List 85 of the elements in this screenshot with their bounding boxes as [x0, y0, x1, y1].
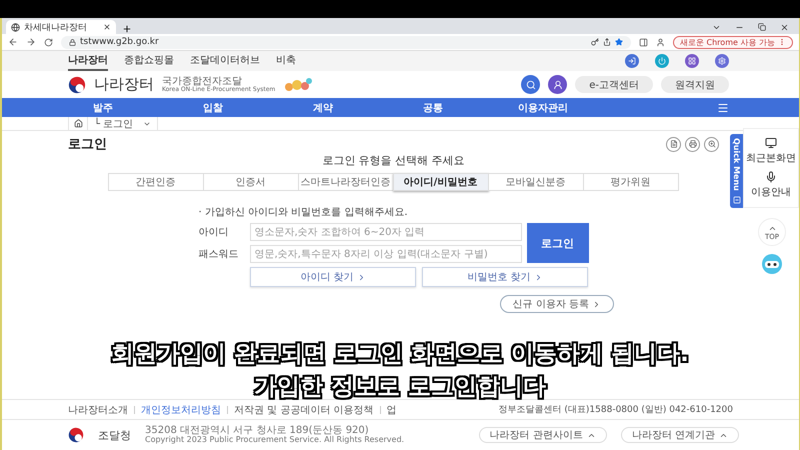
find-button[interactable]: 아이디 찾기	[250, 267, 416, 287]
chevron-right-icon	[592, 300, 601, 308]
search-icon[interactable]	[521, 75, 540, 94]
login-icon[interactable]	[625, 54, 639, 68]
home-icon	[74, 119, 82, 128]
share-icon	[602, 38, 611, 46]
lock-icon	[69, 38, 76, 46]
user-icon[interactable]	[548, 75, 568, 94]
browser-tab[interactable]: 차세대나라장터	[6, 20, 116, 34]
field-label: 패스워드	[198, 248, 240, 261]
field-label: 아이디	[198, 226, 230, 239]
breadcrumb-select[interactable]: └ 로그인	[88, 116, 158, 130]
register-button[interactable]: 신규 이용자 등록	[500, 295, 614, 313]
input-field[interactable]: 영소문자,숫자 조합하여 6~20자 입력	[250, 223, 522, 241]
guide-text: · 가입하신 아이디와 비밀번호를 입력해주세요.	[198, 206, 409, 219]
nav-item[interactable]: 입찰	[158, 100, 268, 114]
microphone-icon	[765, 171, 777, 183]
nav-item[interactable]: 계약	[268, 100, 378, 114]
footer-link[interactable]: 업	[386, 402, 397, 416]
input-field[interactable]: 영문,숫자,특수문자 8자리 이상 입력(대소문자 구별)	[250, 245, 522, 263]
site-link[interactable]: 종합쇼핑몰	[124, 51, 174, 71]
grid-icon[interactable]	[685, 54, 699, 68]
login-type-tab[interactable]: 인증서	[202, 173, 298, 191]
document-icon[interactable]	[666, 136, 681, 152]
address-text: 35208 대전광역시 서구 청사로 189(둔산동 920)	[145, 425, 369, 436]
logo-title: 나라장터	[94, 75, 154, 94]
emblem-icon	[68, 427, 84, 443]
login-button[interactable]: 로그인	[526, 223, 588, 263]
globe-icon	[11, 22, 20, 32]
logo-subtitle: 국가종합전자조달	[162, 76, 243, 86]
monitor-icon	[765, 137, 777, 149]
related-sites-button[interactable]: 나라장터 관련사이트	[478, 427, 607, 443]
nav-item[interactable]: 공통	[378, 100, 488, 114]
call-center-text: 정부조달콜센터 (대표)1588-0800 (일반) 042-610-1200	[498, 404, 733, 416]
subtitle-text: 회원가입이 완료되면 로그인 화면으로 이동하게 됩니다.	[111, 340, 689, 369]
forward-icon[interactable]	[26, 37, 36, 47]
tab-title: 차세대나라장터	[24, 22, 87, 34]
page-title: 로그인	[68, 136, 107, 153]
agency-name: 조달청	[98, 428, 131, 442]
login-type-tab[interactable]: 모바일신분증	[488, 173, 584, 191]
quick-menu-tab[interactable]: Quick Menu	[730, 134, 743, 208]
emblem-icon	[68, 76, 86, 94]
profile-icon[interactable]	[656, 38, 665, 46]
plus-icon[interactable]	[122, 24, 132, 34]
subtitle-text: 가입한 정보로 로그인합니다	[254, 373, 546, 402]
reload-icon[interactable]	[44, 38, 53, 46]
home-button[interactable]	[68, 116, 88, 130]
site-link[interactable]: 나라장터	[68, 51, 108, 71]
quick-menu-item[interactable]: 최근본화면	[746, 137, 796, 165]
nav-item[interactable]: 이용자관리	[488, 100, 598, 114]
header-button[interactable]: 원격지원	[661, 76, 729, 93]
print-icon[interactable]	[685, 136, 700, 152]
collapse-icon	[732, 196, 740, 204]
site-link[interactable]: 조달데이터허브	[190, 51, 260, 71]
star-icon	[614, 38, 623, 46]
login-type-tab[interactable]: 스마트나라장터인증	[298, 173, 394, 191]
site-link[interactable]: 비축	[276, 51, 296, 71]
settings-icon[interactable]	[715, 54, 729, 68]
header-button[interactable]: e-고객센터	[575, 76, 653, 93]
chatbot-drawing[interactable]	[759, 252, 785, 276]
restore-icon[interactable]	[758, 23, 766, 31]
login-type-tab[interactable]: 아이디/비밀번호	[392, 173, 488, 191]
quick-menu-item[interactable]: 이용안내	[751, 171, 791, 199]
url-text: tstwww.g2b.go.kr	[80, 37, 159, 47]
menu-icon[interactable]	[717, 102, 729, 114]
related-sites-button[interactable]: 나라장터 연계기관	[620, 427, 739, 443]
side-panel-icon[interactable]	[638, 38, 648, 46]
key-icon	[590, 38, 599, 46]
update-button[interactable]: 새로운 Chrome 사용 가능	[672, 36, 793, 48]
back-icon[interactable]	[8, 37, 18, 47]
footer-link[interactable]: 개인정보처리방침	[141, 402, 221, 416]
login-type-tab[interactable]: 간편인증	[108, 173, 204, 191]
login-type-prompt: 로그인 유형을 선택해 주세요	[321, 153, 466, 168]
nav-item[interactable]: 발주	[48, 100, 158, 114]
flower-drawing	[283, 76, 314, 92]
find-button[interactable]: 비밀번호 찾기	[422, 267, 588, 287]
footer-link[interactable]: 저작권 및 공공데이터 이용정책	[234, 402, 374, 416]
login-type-tab[interactable]: 평가위원	[582, 173, 678, 191]
power-icon[interactable]	[655, 54, 669, 68]
copyright-text: Copyright 2023 Public Procurement Service. All Rights Reserved.	[145, 436, 404, 445]
zoom-icon[interactable]	[704, 136, 719, 152]
footer-link[interactable]: 나라장터소개	[68, 402, 128, 416]
close-icon	[103, 23, 111, 31]
address-bar[interactable]: tstwww.g2b.go.kr	[61, 36, 631, 48]
close-icon[interactable]	[780, 22, 789, 32]
